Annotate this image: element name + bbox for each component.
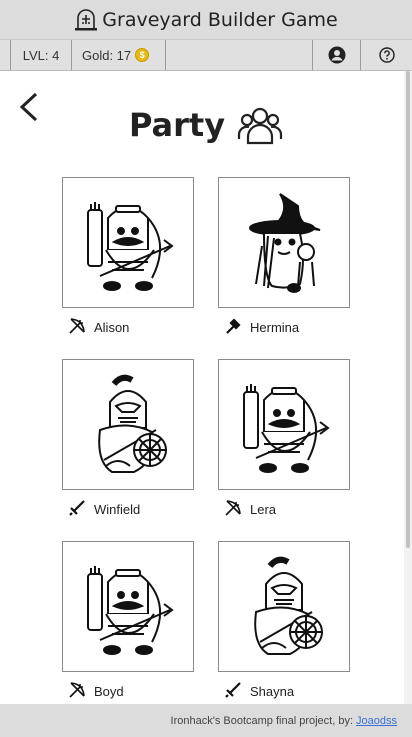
- bow-icon: [68, 681, 86, 702]
- wizard-portrait[interactable]: [218, 177, 350, 308]
- page-title: Party: [128, 106, 226, 144]
- party-member-card[interactable]: Shayna: [218, 541, 350, 702]
- footer-text: Ironhack's Bootcamp final project, by:: [170, 714, 354, 727]
- party-member-card[interactable]: Lera: [218, 359, 350, 520]
- member-caption: Shayna: [218, 681, 350, 702]
- gravestone-icon: [74, 8, 98, 31]
- help-icon: [378, 47, 395, 63]
- coin-icon: $: [135, 48, 150, 62]
- help-button[interactable]: [360, 40, 412, 70]
- page-heading: Party: [0, 105, 404, 145]
- bow-icon: [224, 499, 242, 520]
- staff-icon: [224, 317, 242, 338]
- party-member-card[interactable]: Winfield: [62, 359, 194, 520]
- party-page: Party Alison Hermina Winfield Lera Boyd …: [0, 71, 404, 704]
- sword-icon: [224, 681, 242, 702]
- member-caption: Winfield: [62, 499, 194, 520]
- profile-button[interactable]: [312, 40, 360, 70]
- member-caption: Boyd: [62, 681, 194, 702]
- party-member-card[interactable]: Hermina: [218, 177, 350, 338]
- sword-icon: [68, 499, 86, 520]
- party-member-card[interactable]: Boyd: [62, 541, 194, 702]
- ranger-portrait[interactable]: [62, 177, 194, 308]
- member-name: Alison: [94, 320, 130, 335]
- scrollbar-thumb[interactable]: [406, 71, 410, 548]
- knight-portrait[interactable]: [62, 359, 194, 490]
- member-name: Boyd: [94, 684, 124, 699]
- level-indicator: LVL: 4: [10, 40, 72, 70]
- member-caption: Lera: [218, 499, 350, 520]
- member-caption: Hermina: [218, 317, 350, 338]
- party-member-card[interactable]: Alison: [62, 177, 194, 338]
- author-link[interactable]: Joaodss: [356, 715, 397, 727]
- user-icon: [328, 46, 345, 64]
- member-caption: Alison: [62, 317, 194, 338]
- member-name: Hermina: [250, 320, 300, 335]
- group-icon: [237, 107, 283, 145]
- ranger-portrait[interactable]: [218, 359, 350, 490]
- scrollbar[interactable]: [404, 71, 412, 704]
- member-name: Lera: [250, 502, 277, 517]
- status-bar: LVL: 4 Gold: 17 $: [0, 40, 412, 71]
- gold-indicator: Gold: 17 $: [72, 40, 166, 70]
- bow-icon: [68, 317, 86, 338]
- footer: Ironhack's Bootcamp final project, by: J…: [0, 704, 412, 737]
- app-header: Graveyard Builder Game: [0, 0, 412, 40]
- app-title: Graveyard Builder Game: [102, 8, 338, 31]
- gold-label: Gold: 17: [82, 47, 132, 63]
- knight-portrait[interactable]: [218, 541, 350, 672]
- ranger-portrait[interactable]: [62, 541, 194, 672]
- member-name: Shayna: [250, 684, 295, 699]
- member-name: Winfield: [94, 502, 141, 517]
